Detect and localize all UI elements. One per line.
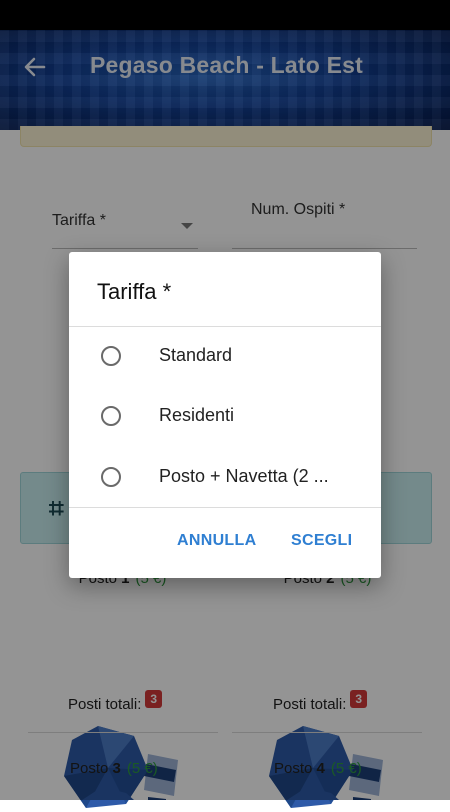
option-residenti[interactable]: Residenti [69,390,381,448]
dialog-divider [69,507,381,508]
option-label: Posto + Navetta (2 ... [159,466,329,486]
choose-button[interactable]: SCEGLI [291,532,352,550]
option-posto-navetta[interactable]: Posto + Navetta (2 ... [69,451,381,509]
tariffa-dialog: Tariffa * Standard Residenti Posto + Nav… [69,252,381,578]
radio-unchecked-icon[interactable] [101,406,121,426]
cancel-button[interactable]: ANNULLA [177,532,256,550]
option-standard[interactable]: Standard [69,330,381,388]
radio-unchecked-icon[interactable] [101,467,121,487]
dialog-divider [69,326,381,327]
option-label: Standard [159,345,233,365]
dialog-title: Tariffa * [97,279,172,304]
option-label: Residenti [159,405,235,425]
radio-unchecked-icon[interactable] [101,346,121,366]
